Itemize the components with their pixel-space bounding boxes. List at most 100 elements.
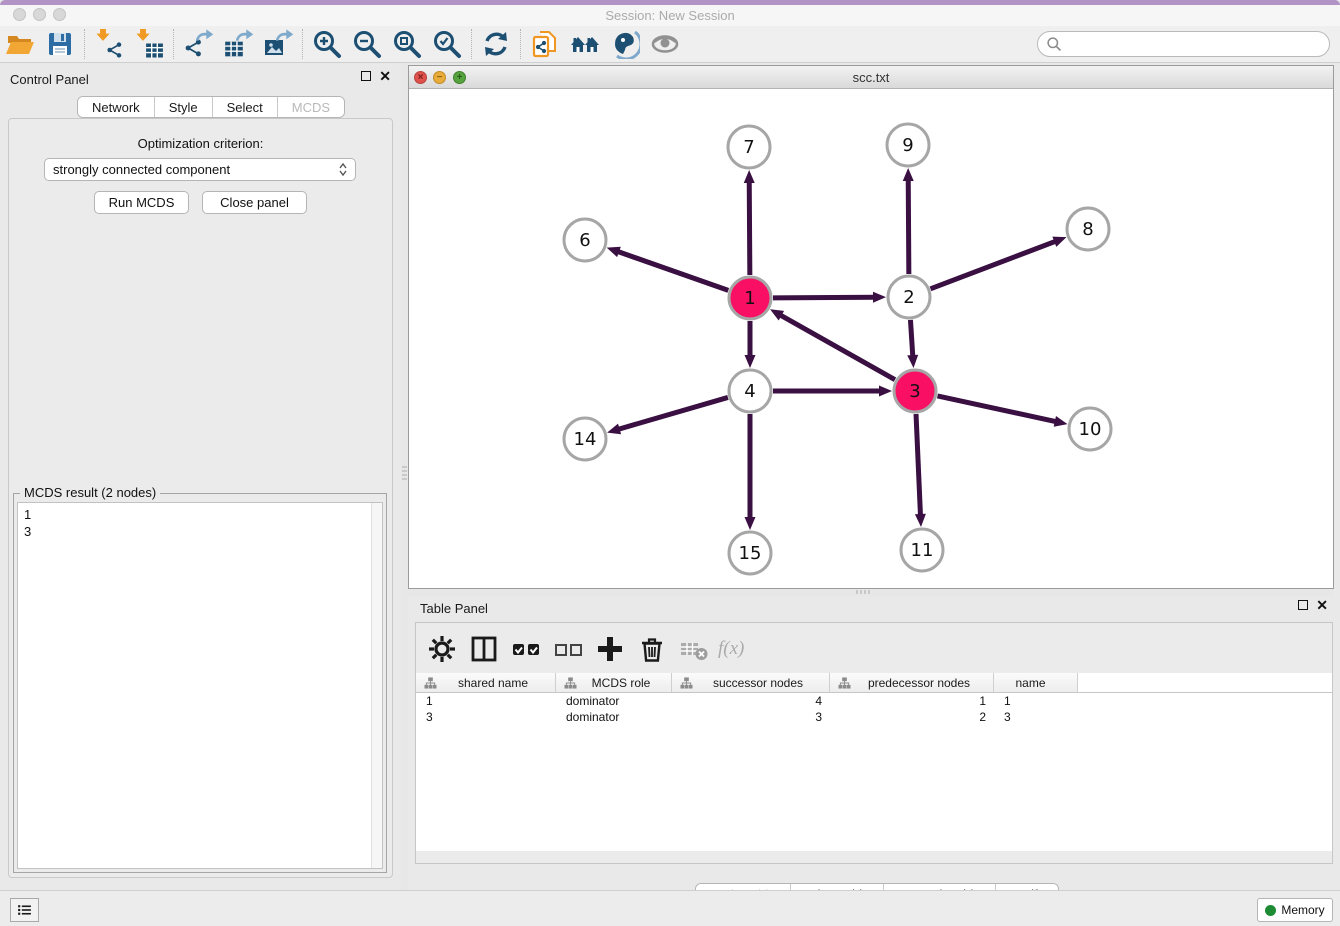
graph-node-9[interactable]: 9 — [887, 124, 929, 166]
show-hide-icon[interactable] — [645, 27, 685, 61]
graph-edge-1-7[interactable] — [744, 170, 755, 275]
column-selector-icon[interactable] — [466, 632, 502, 666]
graph-node-4[interactable]: 4 — [729, 370, 771, 412]
graph-edge-4-15[interactable] — [745, 414, 756, 530]
table-row[interactable]: 1 dominator 4 1 1 — [416, 693, 1332, 709]
cell-name[interactable]: 3 — [994, 709, 1078, 725]
export-image-icon[interactable] — [258, 27, 298, 61]
optimization-criterion-select[interactable]: strongly connected component — [44, 158, 356, 181]
network-canvas[interactable]: 7 9 6 8 1 2 4 3 14 10 15 11 — [409, 89, 1333, 588]
graph-edge-1-2[interactable] — [773, 292, 886, 303]
column-header-predecessor-nodes[interactable]: predecessor nodes — [830, 673, 994, 693]
graph-node-6[interactable]: 6 — [564, 219, 606, 261]
tab-network[interactable]: Network — [78, 97, 155, 117]
network-window-titlebar[interactable]: × − + scc.txt — [409, 66, 1333, 89]
graph-node-11[interactable]: 11 — [901, 529, 943, 571]
horizontal-splitter[interactable] — [408, 589, 1334, 596]
cell-shared-name[interactable]: 1 — [416, 693, 556, 709]
run-mcds-button[interactable]: Run MCDS — [94, 191, 189, 214]
table-row[interactable]: 3 dominator 3 2 3 — [416, 709, 1332, 725]
graph-edge-2-8[interactable] — [931, 237, 1067, 289]
mcds-result-textarea[interactable]: 1 3 — [17, 502, 383, 869]
refresh-icon[interactable] — [476, 27, 516, 61]
graph-node-3[interactable]: 3 — [894, 370, 936, 412]
graph-node-8[interactable]: 8 — [1067, 208, 1109, 250]
graph-node-2[interactable]: 2 — [888, 276, 930, 318]
float-panel-icon[interactable] — [1298, 600, 1308, 610]
close-panel-icon[interactable]: ✕ — [1316, 600, 1328, 610]
graph-edge-3-11[interactable] — [915, 414, 926, 527]
zoom-fit-icon[interactable] — [387, 27, 427, 61]
cell-successor-nodes[interactable]: 3 — [672, 709, 830, 725]
memory-button[interactable]: Memory — [1257, 898, 1333, 922]
splitter-grip[interactable] — [856, 590, 870, 594]
graph-node-15[interactable]: 15 — [729, 532, 771, 574]
clone-network-icon[interactable] — [525, 27, 565, 61]
cell-mcds-role[interactable]: dominator — [556, 693, 672, 709]
column-header-shared-name[interactable]: shared name — [416, 673, 556, 693]
cell-predecessor-nodes[interactable]: 1 — [830, 693, 994, 709]
tree-icon — [680, 677, 693, 689]
close-panel-icon[interactable]: ✕ — [379, 71, 391, 81]
graph-edge-1-6[interactable] — [607, 247, 729, 291]
column-header-successor-nodes[interactable]: successor nodes — [672, 673, 830, 693]
application-window: Session: New Session — [0, 0, 1340, 926]
graph-node-1[interactable]: 1 — [729, 277, 771, 319]
cell-mcds-role[interactable]: dominator — [556, 709, 672, 725]
graph-node-14[interactable]: 14 — [564, 418, 606, 460]
deselect-all-icon[interactable] — [550, 632, 586, 666]
column-header-name[interactable]: name — [994, 673, 1078, 693]
import-table-icon[interactable] — [129, 27, 169, 61]
save-session-icon[interactable] — [40, 27, 80, 61]
titlebar[interactable]: Session: New Session — [0, 5, 1340, 26]
tree-icon — [838, 677, 851, 689]
graph-edge-2-3[interactable] — [907, 320, 918, 368]
float-panel-icon[interactable] — [361, 71, 371, 81]
open-session-icon[interactable] — [0, 27, 40, 61]
tab-select[interactable]: Select — [213, 97, 278, 117]
svg-text:9: 9 — [902, 135, 913, 156]
graph-edge-2-9[interactable] — [903, 168, 914, 274]
toggle-graphics-details-icon[interactable] — [605, 27, 645, 61]
svg-text:10: 10 — [1079, 419, 1102, 440]
cell-name[interactable]: 1 — [994, 693, 1078, 709]
graph-node-7[interactable]: 7 — [728, 126, 770, 168]
task-history-button[interactable] — [10, 898, 39, 922]
search-field[interactable] — [1037, 31, 1330, 57]
zoom-in-icon[interactable] — [307, 27, 347, 61]
home-icon[interactable] — [565, 27, 605, 61]
zoom-out-icon[interactable] — [347, 27, 387, 61]
search-input[interactable] — [1063, 34, 1329, 54]
zoom-selected-icon[interactable] — [427, 27, 467, 61]
cell-shared-name[interactable]: 3 — [416, 709, 556, 725]
export-network-icon[interactable] — [178, 27, 218, 61]
toolbar-separator — [173, 29, 174, 59]
add-column-icon[interactable] — [592, 632, 628, 666]
graph-edge-4-3[interactable] — [773, 386, 892, 397]
select-all-icon[interactable] — [508, 632, 544, 666]
graph-node-10[interactable]: 10 — [1069, 408, 1111, 450]
graph-edge-1-4[interactable] — [745, 321, 756, 368]
graph-edge-4-14[interactable] — [607, 397, 728, 434]
settings-gear-icon[interactable] — [424, 632, 460, 666]
tab-mcds[interactable]: MCDS — [278, 97, 344, 117]
svg-text:8: 8 — [1082, 219, 1093, 240]
splitter-grip[interactable] — [402, 466, 407, 480]
svg-text:15: 15 — [739, 543, 762, 564]
close-panel-button[interactable]: Close panel — [202, 191, 307, 214]
function-builder-icon: f(x) — [718, 638, 744, 660]
delete-column-icon[interactable] — [634, 632, 670, 666]
control-panel-tabbar: Network Style Select MCDS — [77, 96, 345, 118]
graph-edge-3-10[interactable] — [937, 396, 1067, 427]
vertical-splitter[interactable] — [401, 63, 408, 890]
tree-icon — [564, 677, 577, 689]
import-network-icon[interactable] — [89, 27, 129, 61]
export-table-icon[interactable] — [218, 27, 258, 61]
svg-text:3: 3 — [909, 381, 920, 402]
tab-style[interactable]: Style — [155, 97, 213, 117]
cell-predecessor-nodes[interactable]: 2 — [830, 709, 994, 725]
graph-edge-3-1[interactable] — [770, 309, 895, 379]
cell-successor-nodes[interactable]: 4 — [672, 693, 830, 709]
column-header-mcds-role[interactable]: MCDS role — [556, 673, 672, 693]
result-scrollbar[interactable] — [371, 503, 382, 868]
